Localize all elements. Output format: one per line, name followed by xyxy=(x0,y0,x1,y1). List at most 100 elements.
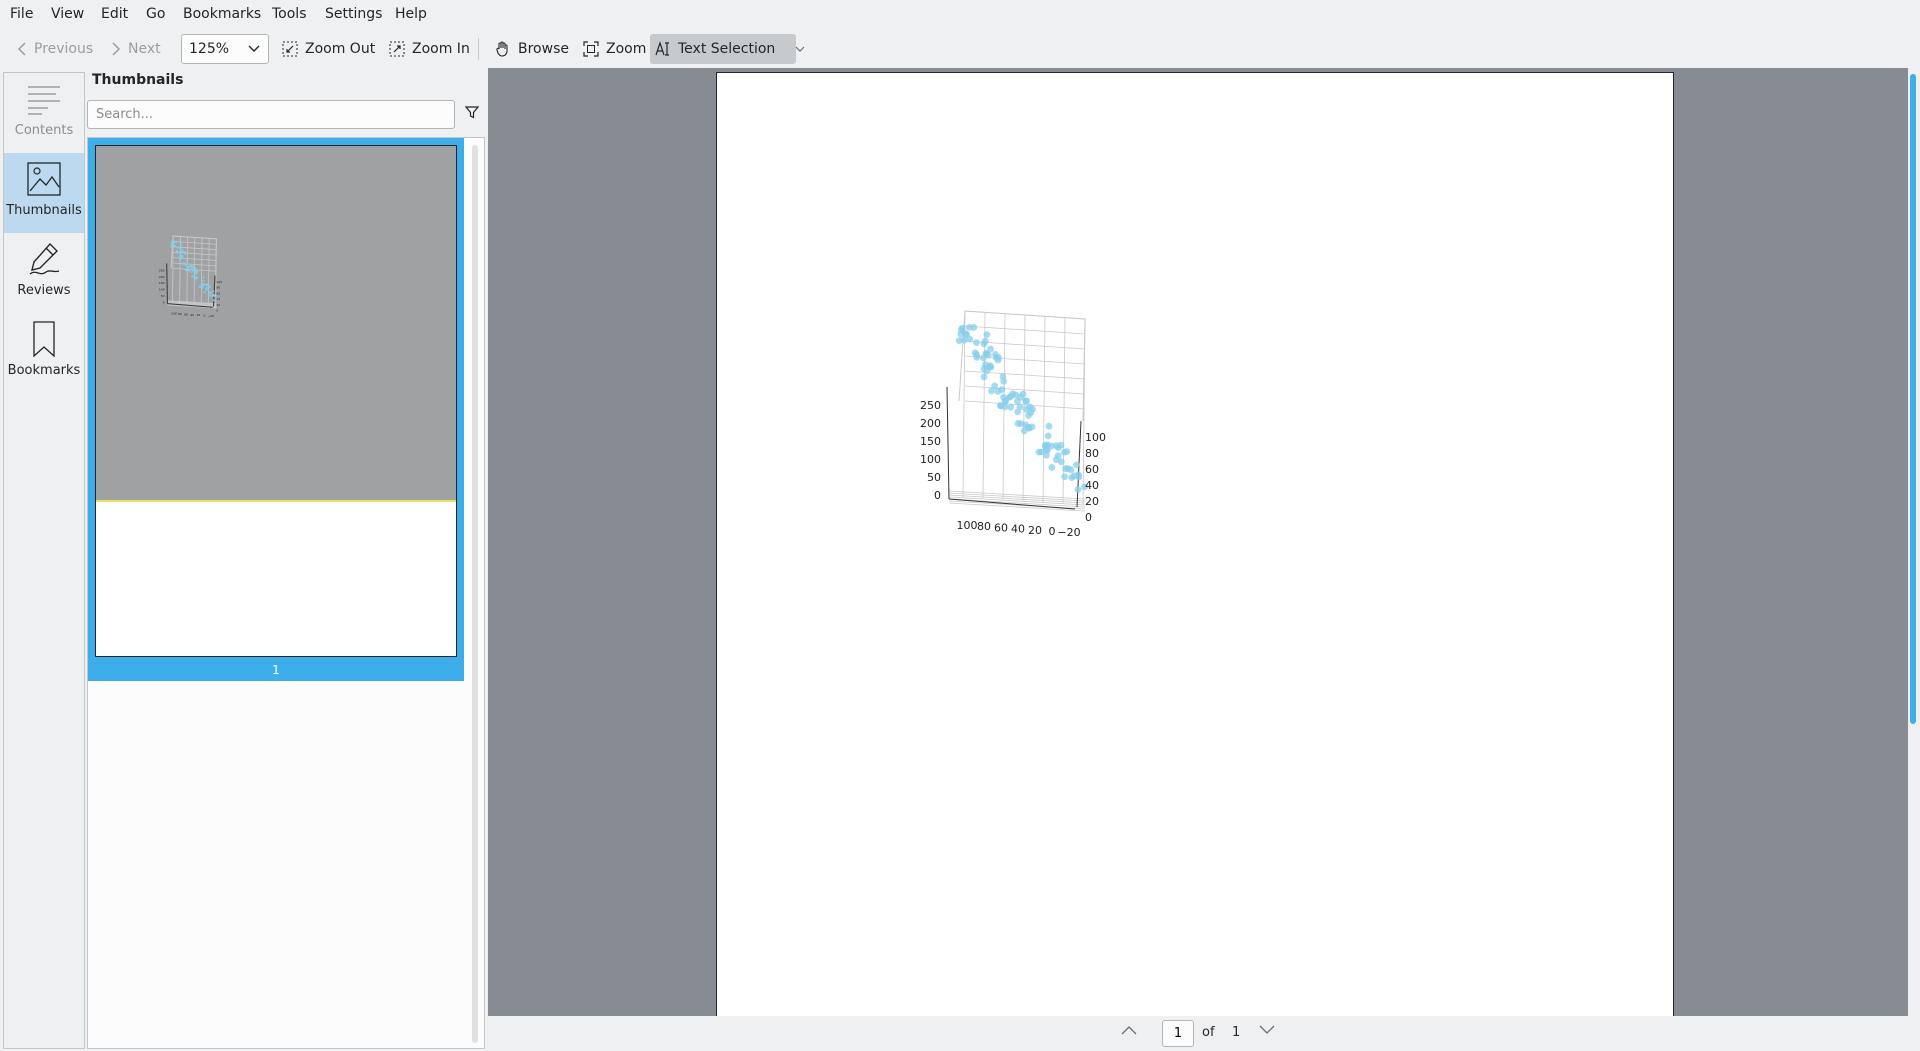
text-select-icon xyxy=(655,41,669,56)
scatter-point xyxy=(191,275,194,278)
next-button[interactable]: Next xyxy=(106,34,165,64)
hand-icon xyxy=(496,41,508,57)
scatter-point xyxy=(176,251,179,254)
chevron-up-icon[interactable] xyxy=(1120,1024,1138,1036)
zoom-value: 125% xyxy=(189,41,230,57)
text-selection-label: Text Selection xyxy=(678,41,776,57)
scatter-point xyxy=(1061,473,1069,481)
scatter-point xyxy=(1025,424,1033,432)
chevron-down-icon[interactable] xyxy=(1258,1024,1276,1036)
sidebar-item-bookmarks[interactable]: Bookmarks xyxy=(4,313,84,393)
scatter-point xyxy=(188,269,191,272)
chevron-down-icon xyxy=(248,45,260,52)
scatter-point xyxy=(185,260,189,263)
scatter-point xyxy=(960,336,968,344)
scatter-3d-chart: 050100150200250100 80 60 40 20 0 −200204060801… xyxy=(920,310,1106,539)
x-tick-label: 40 xyxy=(190,313,194,317)
menu-go[interactable]: Go xyxy=(146,6,165,22)
zoom-combobox[interactable]: 125% xyxy=(181,34,269,64)
z-tick-label: 0 xyxy=(163,301,165,305)
sidebar-item-thumbnails[interactable]: Thumbnails xyxy=(4,153,84,233)
scatter-point xyxy=(1000,377,1008,385)
menu-view[interactable]: View xyxy=(51,6,84,22)
sidebar-item-reviews[interactable]: Reviews xyxy=(4,233,84,313)
scatter-point xyxy=(1026,403,1034,411)
scatter-point xyxy=(982,350,990,358)
chevron-right-icon xyxy=(112,42,121,56)
thumbnail-scrollbar[interactable] xyxy=(472,145,478,1043)
menu-file[interactable]: File xyxy=(10,6,33,22)
y-tick-label: 40 xyxy=(1085,479,1099,492)
zoom-out-button[interactable]: Zoom Out xyxy=(277,34,379,64)
browse-button[interactable]: Browse xyxy=(490,34,573,64)
scatter-point xyxy=(1044,441,1051,449)
document-viewport[interactable]: 0 50 100 150 200 250 100 80 60 40 20 0 −20 0 20 40 60 80 1… xyxy=(488,68,1908,1016)
browse-label: Browse xyxy=(518,41,569,57)
search-input[interactable] xyxy=(87,100,455,129)
text-selection-button[interactable]: Text Selection xyxy=(650,34,805,64)
zoom-in-button[interactable]: Zoom In xyxy=(384,34,474,64)
zoom-tool-label: Zoom xyxy=(606,41,647,57)
pen-icon xyxy=(29,242,60,275)
chart-gridline xyxy=(200,237,203,305)
previous-label: Previous xyxy=(34,41,94,57)
zoom-in-icon xyxy=(389,41,405,57)
x-tick-label: 0 xyxy=(1049,525,1056,538)
thumbnail-page-preview[interactable]: 0 50 100 150 200 250 100 80 60 40 20 0 −20 0 20 40 60 80 1… xyxy=(95,145,457,657)
scatter-point xyxy=(987,363,995,371)
y-tick-label: 60 xyxy=(216,291,220,295)
scatter-point xyxy=(983,331,991,339)
document-page[interactable]: 0 50 100 150 200 250 100 80 60 40 20 0 −20 0 20 40 60 80 1… xyxy=(716,72,1674,1016)
y-tick-label: 0 xyxy=(216,309,218,313)
z-tick-label: 0 xyxy=(934,489,941,502)
y-tick-label: 20 xyxy=(216,303,220,307)
total-pages: 1 xyxy=(1232,1025,1241,1040)
scatter-point xyxy=(980,373,988,381)
sidebar-item-label: Reviews xyxy=(17,283,71,298)
scatter-point xyxy=(1044,432,1052,440)
scatter-point xyxy=(179,243,183,246)
toolbar-separator xyxy=(478,38,479,60)
x-tick-label: 60 xyxy=(184,312,188,316)
scatter-point xyxy=(1060,448,1068,456)
previous-button[interactable]: Previous xyxy=(12,34,97,64)
sidebar-item-contents[interactable]: Contents xyxy=(4,73,84,153)
contents-icon xyxy=(28,86,60,115)
scatter-point xyxy=(980,340,988,348)
scatter-point xyxy=(209,291,212,294)
scatter-point xyxy=(1074,486,1082,494)
zoom-tool-button[interactable]: Zoom xyxy=(578,34,650,64)
vertical-scrollbar-handle[interactable] xyxy=(1910,74,1916,724)
scatter-point xyxy=(190,271,194,274)
z-tick-label: 150 xyxy=(920,435,941,448)
scatter-point xyxy=(207,294,211,297)
menu-edit[interactable]: Edit xyxy=(101,6,128,22)
scatter-point xyxy=(965,323,973,331)
filter-icon[interactable] xyxy=(465,105,479,119)
scatter-point xyxy=(195,269,198,272)
menu-bar: File View Edit Go Bookmarks Tools Settin… xyxy=(0,0,1920,30)
scatter-point xyxy=(1025,412,1032,419)
scatter-point xyxy=(201,282,205,286)
scatter-point xyxy=(1057,441,1065,449)
x-tick-label: 100 xyxy=(957,519,978,532)
sidebar-tabs: Contents Thumbnails Reviews Bookmarks xyxy=(3,72,85,1049)
scatter-point xyxy=(201,279,205,283)
x-tick-label: 40 xyxy=(1011,523,1025,536)
menu-tools[interactable]: Tools xyxy=(272,6,307,22)
scatter-point xyxy=(1007,393,1015,400)
menu-bookmarks[interactable]: Bookmarks xyxy=(183,6,261,22)
page-navigation-bar: of 1 xyxy=(488,1016,1920,1051)
scatter-point xyxy=(1014,420,1022,427)
page-number-input[interactable] xyxy=(1162,1020,1194,1047)
menu-settings[interactable]: Settings xyxy=(325,6,382,22)
chevron-left-icon xyxy=(17,42,26,56)
x-tick-label: 80 xyxy=(178,312,182,316)
scatter-point xyxy=(1013,397,1021,405)
chevron-down-icon[interactable] xyxy=(795,45,805,53)
scatter-point xyxy=(973,353,981,361)
x-tick-label: 100 xyxy=(171,311,177,315)
scatter-point xyxy=(182,250,186,253)
scatter-point xyxy=(991,382,999,390)
menu-help[interactable]: Help xyxy=(395,6,427,22)
